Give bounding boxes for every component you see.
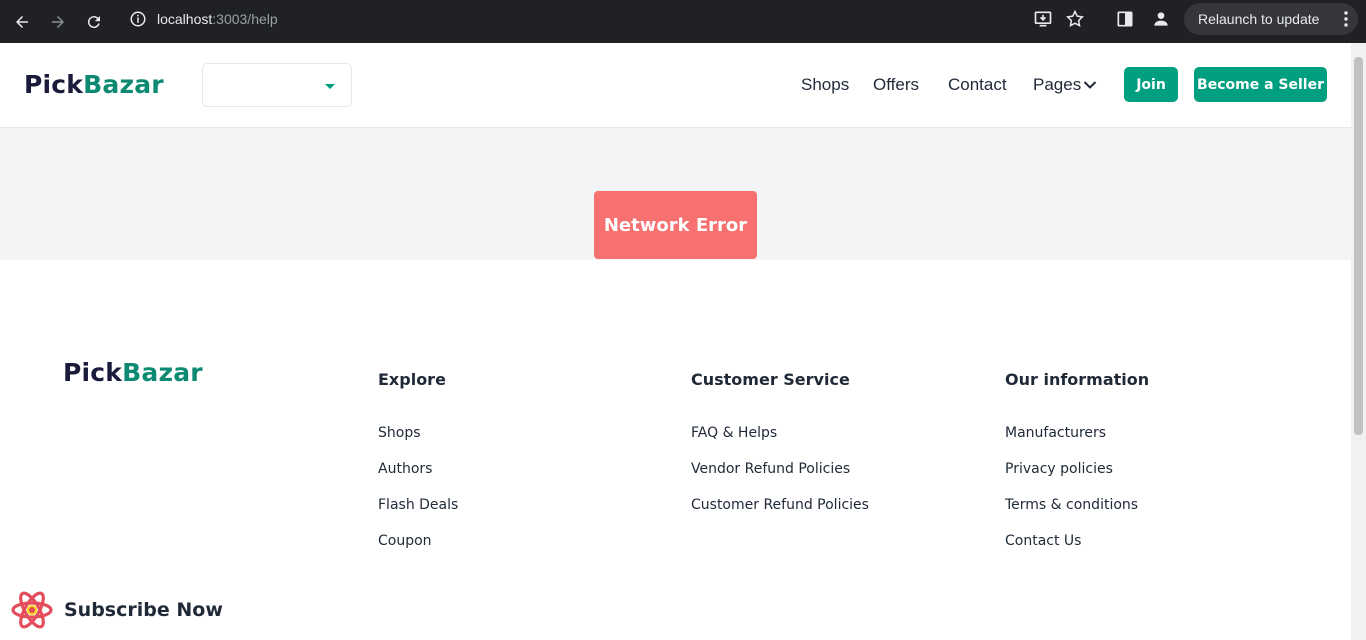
footer-link-coupon[interactable]: Coupon	[378, 532, 432, 550]
main-content: Network Error	[0, 128, 1351, 260]
scrollbar-thumb[interactable]	[1354, 57, 1363, 435]
bookmark-star-icon[interactable]	[1065, 9, 1085, 29]
page-scrollbar[interactable]	[1351, 43, 1366, 640]
footer-explore-title: Explore	[378, 370, 446, 389]
header-logo[interactable]: PickBazar	[24, 70, 164, 99]
site-header: PickBazar Shops Offers Contact Pages Joi…	[0, 43, 1351, 128]
back-button[interactable]	[8, 8, 36, 36]
subscribe-title: Subscribe Now	[64, 599, 223, 621]
network-error-alert: Network Error	[594, 191, 757, 259]
nav-contact[interactable]: Contact	[948, 75, 1007, 95]
footer-our-information-title: Our information	[1005, 370, 1150, 389]
footer-customer-service-title: Customer Service	[691, 370, 850, 389]
install-app-icon[interactable]	[1033, 9, 1053, 29]
side-panel-icon[interactable]	[1115, 9, 1135, 29]
profile-icon[interactable]	[1151, 9, 1171, 29]
chevron-down-icon[interactable]	[1083, 80, 1097, 90]
nav-offers[interactable]: Offers	[873, 75, 919, 95]
footer-link-customer-refund[interactable]: Customer Refund Policies	[691, 496, 869, 514]
relaunch-label: Relaunch to update	[1198, 11, 1320, 27]
react-devtools-icon[interactable]	[11, 591, 53, 629]
browser-toolbar: localhost:3003/help Relaunch to update	[0, 0, 1366, 43]
join-button[interactable]: Join	[1124, 67, 1178, 102]
become-seller-button[interactable]: Become a Seller	[1194, 67, 1327, 102]
footer-link-shops[interactable]: Shops	[378, 424, 421, 442]
footer-link-flash-deals[interactable]: Flash Deals	[378, 496, 458, 514]
footer-link-authors[interactable]: Authors	[378, 460, 432, 478]
caret-down-icon	[325, 84, 335, 89]
forward-button[interactable]	[44, 8, 72, 36]
url-text: localhost:3003/help	[157, 11, 278, 27]
nav-shops[interactable]: Shops	[801, 75, 849, 95]
footer-link-privacy[interactable]: Privacy policies	[1005, 460, 1113, 478]
footer-logo[interactable]: PickBazar	[63, 358, 203, 387]
arrow-left-icon	[16, 16, 28, 28]
footer-link-contact-us[interactable]: Contact Us	[1005, 532, 1081, 550]
nav-pages[interactable]: Pages	[1033, 75, 1081, 95]
reload-icon	[87, 16, 100, 29]
site-info-icon[interactable]	[129, 10, 147, 28]
group-select-dropdown[interactable]	[202, 63, 352, 107]
arrow-right-icon	[52, 16, 64, 28]
address-bar[interactable]: localhost:3003/help	[120, 4, 1098, 34]
footer-link-vendor-refund[interactable]: Vendor Refund Policies	[691, 460, 850, 478]
reload-button[interactable]	[80, 8, 108, 36]
footer-link-faq[interactable]: FAQ & Helps	[691, 424, 777, 442]
relaunch-button[interactable]: Relaunch to update	[1184, 3, 1358, 35]
footer-link-manufacturers[interactable]: Manufacturers	[1005, 424, 1106, 442]
footer-link-terms[interactable]: Terms & conditions	[1005, 496, 1138, 514]
menu-dots-icon	[1344, 11, 1348, 27]
